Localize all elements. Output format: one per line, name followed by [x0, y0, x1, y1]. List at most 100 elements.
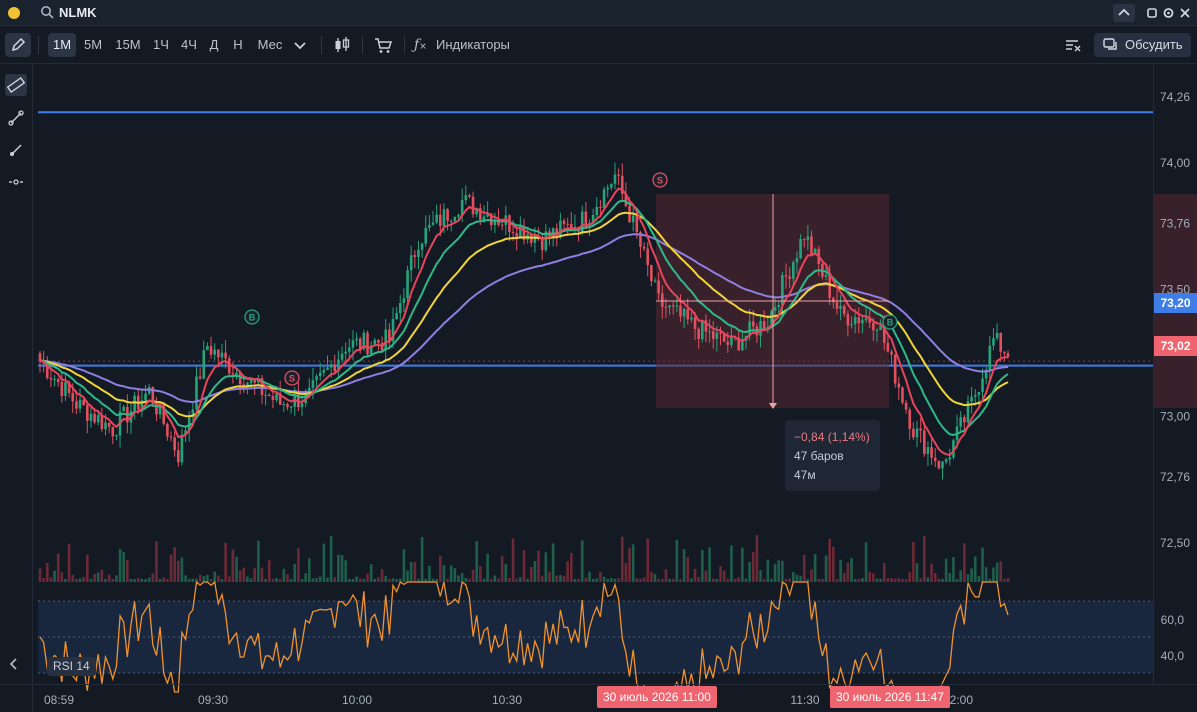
candle-body	[431, 222, 435, 225]
volume-bar	[286, 574, 289, 582]
candle-body	[613, 174, 617, 184]
volume-bar	[562, 575, 566, 582]
collapse-panel-button[interactable]	[8, 656, 20, 676]
candle-body	[315, 376, 318, 381]
volume-bar	[1006, 578, 1010, 582]
rsi-axis-label: 60,0	[1161, 613, 1185, 627]
volume-bar	[693, 568, 697, 582]
ticker-title[interactable]: NLMK	[59, 5, 97, 20]
candle-body	[104, 422, 107, 430]
candle-body	[209, 346, 213, 355]
volume-bar	[744, 578, 748, 582]
price-chart[interactable]: 60,040,0 74,2674,0073,7673,5073,2673,007…	[0, 64, 1197, 712]
volume-bar	[824, 555, 828, 582]
volume-bar	[602, 576, 606, 582]
volume-bar	[810, 569, 813, 582]
volume-bar	[111, 578, 115, 582]
volume-bar	[497, 578, 500, 582]
timeframe-5m[interactable]: 5M	[80, 33, 106, 57]
discuss-label: Обсудить	[1125, 37, 1183, 52]
clear-drawings-button[interactable]	[1062, 33, 1084, 57]
volume-bar	[144, 578, 147, 582]
volume-bar	[300, 578, 304, 582]
timeframe-1h[interactable]: 1Ч	[149, 33, 173, 57]
candle-body	[657, 280, 660, 294]
volume-bar	[955, 579, 959, 582]
volume-bar	[231, 549, 235, 582]
volume-bar	[187, 578, 191, 582]
candle-body	[842, 305, 846, 314]
square-icon	[1147, 8, 1157, 18]
candle-body	[267, 394, 271, 397]
volume-bar	[893, 578, 897, 582]
timeframe-1m[interactable]: 1M	[48, 33, 76, 57]
rsi-indicator-label[interactable]: RSI 14	[47, 657, 96, 676]
candle-body	[631, 215, 635, 223]
volume-bar	[96, 572, 100, 582]
candle-body	[566, 223, 569, 225]
volume-bar	[995, 562, 999, 582]
volume-bar	[628, 547, 631, 582]
volume-bar	[941, 578, 944, 582]
indicators-button[interactable]: ƒ× Индикаторы	[414, 33, 524, 57]
candle-body	[457, 214, 460, 217]
volume-bar	[664, 569, 668, 582]
volume-bar	[318, 576, 322, 582]
volume-bar	[828, 538, 831, 582]
volume-bar	[271, 579, 275, 582]
candle-body	[406, 270, 409, 299]
volume-bar	[686, 557, 690, 582]
volume-bar	[886, 578, 890, 582]
volume-bar	[748, 562, 751, 582]
timeframe-week[interactable]: Н	[229, 33, 247, 57]
volume-bar	[548, 572, 551, 582]
volume-bar	[442, 565, 446, 582]
collapse-window-button[interactable]	[1113, 4, 1135, 22]
volume-bar	[209, 578, 213, 582]
timeframe-month[interactable]: Мес	[253, 33, 287, 57]
volume-bar	[93, 573, 96, 582]
candle-body	[941, 461, 944, 469]
volume-bar	[952, 556, 955, 582]
volume-bar	[198, 574, 202, 582]
candle-body	[213, 349, 216, 355]
chart-type-button[interactable]	[330, 33, 354, 57]
status-dot-icon	[8, 7, 20, 19]
volume-bar	[639, 578, 642, 582]
candle-body	[999, 332, 1003, 352]
volume-bar	[610, 578, 613, 582]
volume-bar	[781, 560, 784, 582]
volume-bar	[832, 546, 835, 582]
measure-duration: 47м	[794, 468, 816, 482]
candle-body	[861, 320, 864, 324]
timeframe-day[interactable]: Д	[205, 33, 223, 57]
candle-body	[220, 352, 224, 358]
draw-tool-button[interactable]	[5, 33, 31, 57]
volume-bar	[730, 545, 733, 582]
candle-body	[71, 392, 75, 402]
volume-bar	[584, 577, 588, 582]
volume-bar	[428, 565, 431, 582]
timeframe-15m[interactable]: 15M	[111, 33, 145, 57]
volume-bar	[395, 578, 398, 582]
search-icon[interactable]	[40, 5, 54, 19]
discuss-button[interactable]: Обсудить	[1094, 33, 1191, 57]
close-button[interactable]	[1178, 4, 1197, 22]
candle-body	[701, 320, 704, 340]
trade-marker-label: B	[249, 313, 256, 323]
volume-bar	[679, 578, 682, 582]
function-icon: ƒ×	[414, 37, 427, 53]
candle-body	[708, 331, 711, 333]
candle-body	[602, 189, 606, 208]
volume-bar	[868, 571, 872, 582]
trade-button[interactable]	[371, 33, 395, 57]
volume-bar	[82, 577, 85, 582]
volume-bar	[202, 576, 206, 582]
title-bar: NLMK	[0, 0, 1197, 26]
candle-body	[890, 351, 893, 355]
volume-bar	[533, 561, 537, 582]
candle-body	[144, 393, 147, 401]
timeframe-4h[interactable]: 4Ч	[177, 33, 201, 57]
volume-bar	[861, 578, 864, 582]
timeframe-more-button[interactable]	[290, 33, 310, 57]
